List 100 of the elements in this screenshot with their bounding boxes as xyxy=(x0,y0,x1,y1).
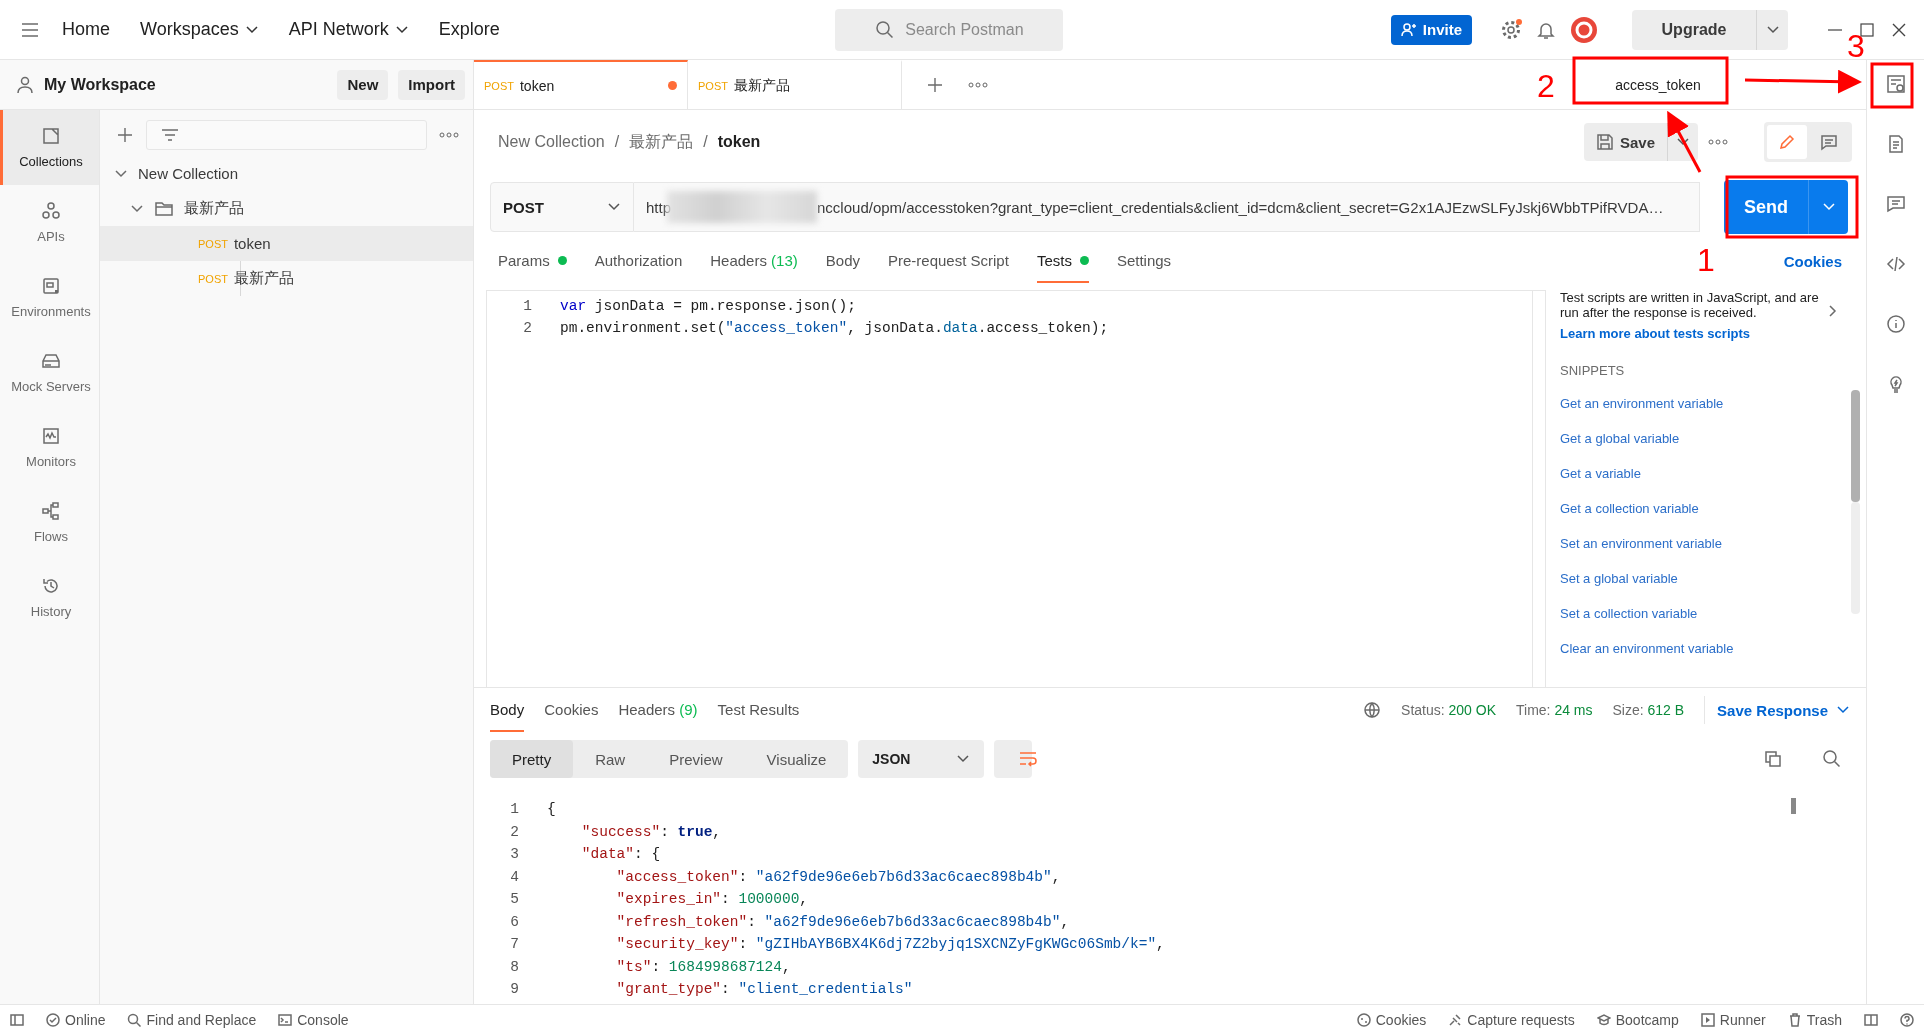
settings-icon[interactable] xyxy=(1500,18,1522,41)
sidebar-item[interactable]: Collections xyxy=(0,110,99,185)
invite-button[interactable]: Invite xyxy=(1390,14,1472,45)
snippet-link[interactable]: Get an environment variable xyxy=(1560,386,1840,421)
close-icon[interactable] xyxy=(1890,21,1908,38)
status-bar-item[interactable]: Runner xyxy=(1700,1011,1766,1028)
help-icon[interactable] xyxy=(1900,1012,1914,1027)
add-user-icon xyxy=(1400,21,1417,38)
more-icon[interactable] xyxy=(439,130,459,140)
nav-menu-item[interactable]: Home xyxy=(54,19,118,40)
sidebar-item[interactable]: Mock Servers xyxy=(0,335,99,410)
globe-icon[interactable] xyxy=(1363,701,1382,719)
sidebar-toggle-icon[interactable] xyxy=(10,1012,24,1027)
workspace-button[interactable]: Import xyxy=(398,69,465,100)
more-icon[interactable] xyxy=(968,79,988,90)
code-icon[interactable] xyxy=(1885,254,1906,274)
folder-name[interactable]: 最新产品 xyxy=(184,199,244,218)
nav-menu-item[interactable]: API Network xyxy=(280,19,417,40)
status-bar-item[interactable]: Find and Replace xyxy=(127,1011,257,1028)
collection-name[interactable]: New Collection xyxy=(138,165,239,182)
request-option-tab[interactable]: Params xyxy=(498,240,567,283)
request-option-tab[interactable]: Body xyxy=(825,240,860,283)
search-icon[interactable] xyxy=(1822,749,1842,769)
cookies-link[interactable]: Cookies xyxy=(1783,240,1842,283)
environment-selector[interactable]: access_token xyxy=(1588,64,1728,105)
flow-icon xyxy=(41,501,61,521)
annotation-number: 2 xyxy=(1537,70,1555,102)
breadcrumb-separator: / xyxy=(703,133,708,151)
nav-menu-item[interactable]: Explore xyxy=(430,19,508,40)
view-mode-button[interactable]: Visualize xyxy=(744,740,849,778)
snippet-link[interactable]: Get a variable xyxy=(1560,456,1840,491)
sidebar-item[interactable]: Environments xyxy=(0,260,99,335)
response-tab[interactable]: Test Results xyxy=(717,688,800,732)
sidebar-item[interactable]: History xyxy=(0,560,99,635)
info-icon[interactable] xyxy=(1885,314,1906,334)
status-bar-item[interactable]: Online xyxy=(46,1011,106,1028)
status-bar-item[interactable]: Trash xyxy=(1787,1011,1842,1028)
environment-icon xyxy=(41,276,61,296)
request-option-tab[interactable]: Headers (13) xyxy=(710,240,798,283)
view-mode-button[interactable]: Raw xyxy=(573,740,648,778)
sidebar-item[interactable]: Flows xyxy=(0,485,99,560)
nav-menu-item[interactable]: Workspaces xyxy=(132,19,267,40)
request-item[interactable]: POST token xyxy=(100,226,473,261)
line-number: 2 xyxy=(522,320,532,336)
add-icon[interactable] xyxy=(926,75,944,94)
breadcrumb-item[interactable]: 最新产品 xyxy=(629,131,694,153)
status-bar-item[interactable]: Capture requests xyxy=(1448,1011,1575,1028)
snippet-link[interactable]: Set a collection variable xyxy=(1560,596,1840,631)
layout-icon[interactable] xyxy=(1864,1012,1878,1027)
code-line: var jsonData = pm.response.json(); xyxy=(560,298,856,314)
format-dropdown[interactable]: JSON xyxy=(858,740,985,778)
method-dropdown[interactable]: POST xyxy=(490,182,634,232)
collections-icon xyxy=(41,126,61,146)
more-icon[interactable] xyxy=(1708,137,1728,147)
copy-icon[interactable] xyxy=(1764,750,1782,768)
response-tab[interactable]: Body xyxy=(490,688,525,732)
response-stat: Status: 200 OK xyxy=(1401,702,1496,718)
snippet-link[interactable]: Get a collection variable xyxy=(1560,491,1840,526)
annotation-frame xyxy=(1870,62,1914,109)
request-option-tab[interactable]: Pre-request Script xyxy=(888,240,1009,283)
request-option-tab[interactable]: Settings xyxy=(1116,240,1172,283)
line-number: 5 xyxy=(509,891,519,908)
edit-toggle[interactable] xyxy=(1767,125,1807,159)
request-item[interactable]: POST 最新产品 xyxy=(100,261,473,296)
upgrade-dropdown[interactable] xyxy=(1756,9,1788,50)
learn-more-link[interactable]: Learn more about tests scripts xyxy=(1560,326,1820,341)
filter-field[interactable] xyxy=(146,120,427,150)
sidebar-item[interactable]: Monitors xyxy=(0,410,99,485)
request-tab[interactable]: POST 最新产品 xyxy=(688,59,902,110)
sidebar-item[interactable]: APIs xyxy=(0,185,99,260)
scrollbar[interactable] xyxy=(1791,798,1796,814)
view-mode-button[interactable]: Preview xyxy=(647,740,745,778)
avatar-icon[interactable] xyxy=(1570,15,1598,44)
environment-quick-look-icon[interactable] xyxy=(1885,74,1906,94)
code-line: "grant_type": "client_credentials" xyxy=(615,981,913,998)
snippet-link[interactable]: Get a global variable xyxy=(1560,421,1840,456)
code-editor[interactable]: 1 var jsonData = pm.response.json(); 2 pm.environment.set("access_token", jsonData.data.access_token); xyxy=(486,290,1546,687)
request-option-tab[interactable]: Tests xyxy=(1036,240,1089,283)
request-option-tab[interactable]: Authorization xyxy=(594,240,683,283)
comment-icon xyxy=(1820,133,1838,151)
workspace-button[interactable]: New xyxy=(337,69,389,100)
line-number: 6 xyxy=(509,913,519,930)
snippet-link[interactable]: Set a global variable xyxy=(1560,561,1840,596)
response-tab[interactable]: Cookies xyxy=(544,688,599,732)
comment-icon[interactable] xyxy=(1885,194,1906,214)
url-field[interactable]: http nccloud/opm/accesstoken?grant_type=client_credentials&client_id=dcm&client_secret=G2x1AJEzwSLFyJskj6WbbTPifRVDA… xyxy=(634,182,1700,232)
request-tab[interactable]: POST token xyxy=(474,59,688,110)
status-bar-item[interactable]: Bootcamp xyxy=(1596,1011,1679,1028)
snippet-link[interactable]: Set an environment variable xyxy=(1560,526,1840,561)
response-tab[interactable]: Headers (9) xyxy=(618,688,698,732)
search-icon xyxy=(127,1012,142,1027)
save-response-button[interactable]: Save Response xyxy=(1704,696,1850,724)
status-bar-item[interactable]: Cookies xyxy=(1356,1011,1427,1028)
breadcrumb-item[interactable]: New Collection xyxy=(498,133,605,151)
add-icon[interactable] xyxy=(116,126,134,144)
snippet-link[interactable]: Clear an environment variable xyxy=(1560,631,1840,666)
status-bar-item[interactable]: Console xyxy=(278,1011,349,1028)
upgrade-button[interactable]: Upgrade xyxy=(1632,9,1756,50)
view-mode-button[interactable]: Pretty xyxy=(490,740,574,778)
search-field[interactable]: Search Postman xyxy=(835,8,1064,51)
